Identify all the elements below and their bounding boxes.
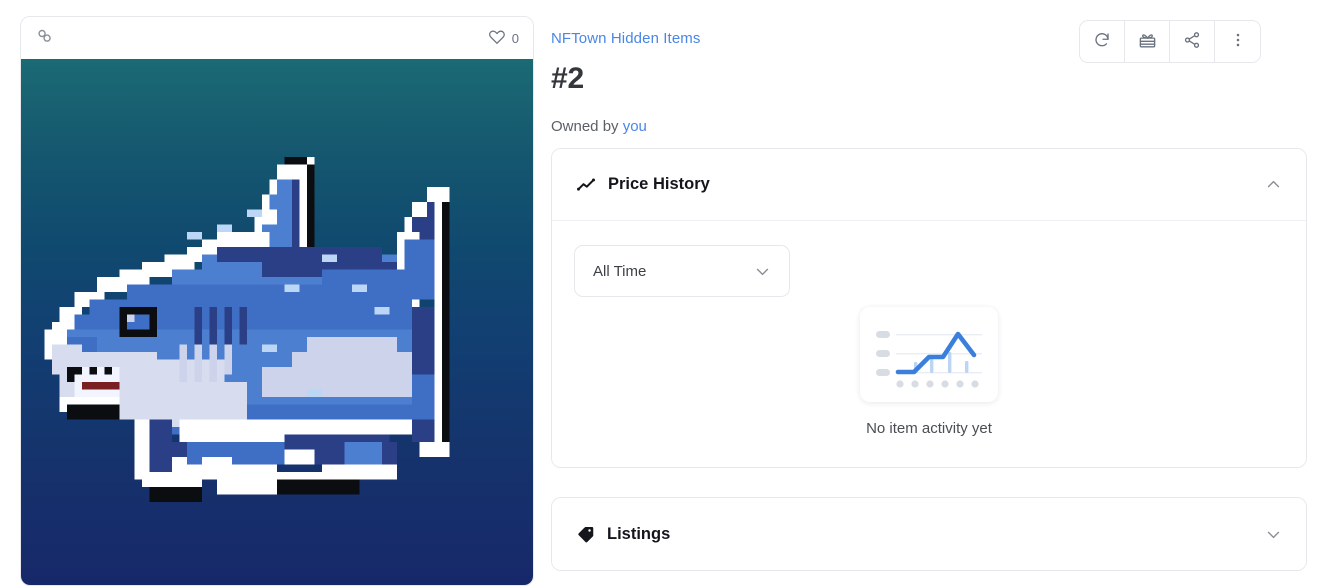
share-button[interactable]: [1170, 21, 1215, 62]
media-card-toolbar: 0: [21, 17, 533, 59]
nft-item-page: 0 NFTown Hidden Items #2 Owned by you Pr…: [0, 0, 1327, 586]
heart-icon: [488, 28, 506, 49]
price-history-empty-state: No item activity yet: [574, 307, 1284, 437]
item-action-bar: [1079, 20, 1261, 63]
more-options-button[interactable]: [1215, 21, 1260, 62]
item-detail-pane: NFTown Hidden Items #2 Owned by you Pric…: [551, 16, 1307, 571]
empty-state-text: No item activity yet: [866, 420, 992, 437]
chevron-down-icon[interactable]: [1265, 526, 1282, 543]
price-history-title: Price History: [608, 175, 710, 193]
price-history-body: All Time No item activity yet: [552, 221, 1306, 467]
refresh-metadata-button[interactable]: [1080, 21, 1125, 62]
like-button[interactable]: 0: [488, 28, 519, 49]
owner-link[interactable]: you: [623, 118, 647, 135]
chevron-down-icon: [754, 263, 771, 280]
listings-title: Listings: [607, 524, 671, 543]
owner-prefix: Owned by: [551, 118, 619, 135]
page-title: #2: [551, 62, 584, 95]
price-tag-icon: [576, 525, 595, 544]
more-vertical-icon: [1229, 31, 1247, 52]
nft-media-card: 0: [20, 16, 534, 586]
like-count: 0: [511, 30, 519, 46]
listings-header[interactable]: Listings: [552, 498, 1306, 570]
time-range-value: All Time: [593, 262, 647, 280]
chain-link-icon[interactable]: [35, 26, 55, 51]
gift-button[interactable]: [1125, 21, 1170, 62]
line-chart-icon: [576, 175, 596, 195]
listings-panel: Listings: [551, 497, 1307, 571]
price-history-panel: Price History All Time No item activity …: [551, 148, 1307, 468]
item-header: NFTown Hidden Items #2 Owned by you: [551, 16, 1307, 148]
owner-row: Owned by you: [551, 118, 1307, 135]
collection-link[interactable]: NFTown Hidden Items: [551, 30, 700, 47]
refresh-icon: [1093, 31, 1111, 52]
price-history-header[interactable]: Price History: [552, 149, 1306, 221]
nft-artwork[interactable]: [21, 59, 533, 585]
share-icon: [1183, 31, 1201, 52]
pixel-shark-artwork: [37, 112, 517, 532]
empty-chart-illustration: [860, 307, 998, 402]
time-range-select[interactable]: All Time: [574, 245, 790, 297]
chevron-up-icon[interactable]: [1265, 176, 1282, 193]
gift-icon: [1138, 31, 1157, 53]
